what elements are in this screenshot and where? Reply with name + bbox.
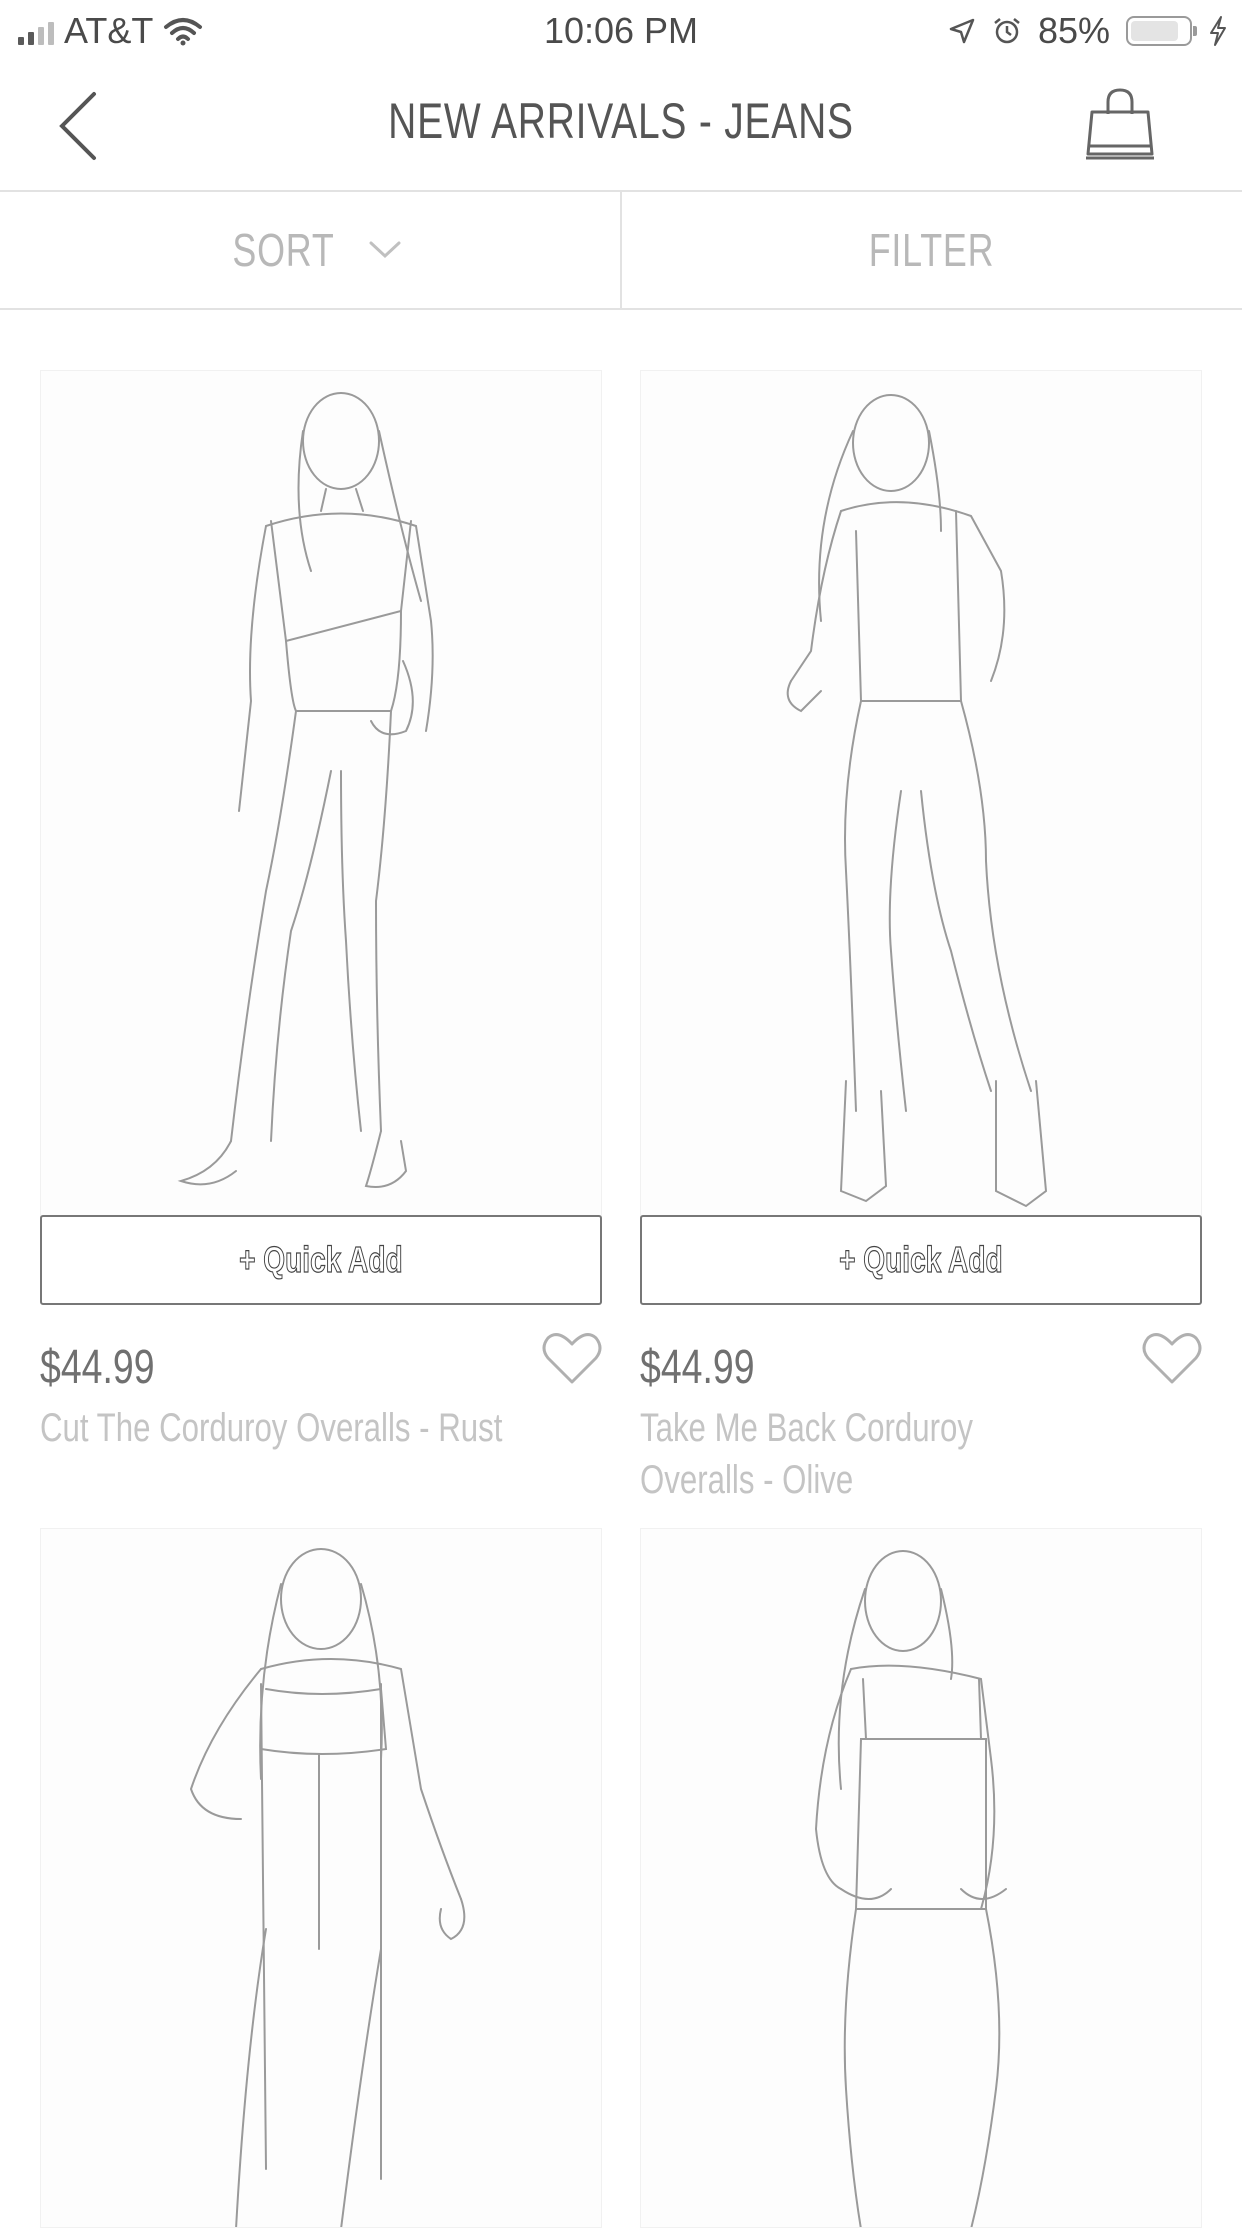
alarm-clock-icon bbox=[994, 18, 1020, 44]
quick-add-button[interactable]: + Quick Add bbox=[640, 1215, 1202, 1305]
filter-button[interactable]: FILTER bbox=[622, 192, 1242, 308]
model-sketch bbox=[189, 1548, 466, 2227]
battery-percent: 85% bbox=[1037, 10, 1110, 51]
product-image[interactable] bbox=[640, 1528, 1202, 2228]
wishlist-button[interactable] bbox=[542, 1330, 602, 1386]
cart-button[interactable] bbox=[1082, 84, 1158, 164]
status-right: 85% bbox=[948, 10, 1228, 52]
sort-filter-bar: SORT FILTER bbox=[0, 190, 1242, 310]
location-arrow-icon bbox=[949, 18, 975, 44]
quick-add-button[interactable]: + Quick Add bbox=[40, 1215, 602, 1305]
model-sketch bbox=[177, 392, 434, 1188]
wishlist-button[interactable] bbox=[1142, 1330, 1202, 1386]
battery-level-fill bbox=[1131, 21, 1178, 41]
battery-icon bbox=[1126, 16, 1197, 46]
chevron-left-icon bbox=[59, 92, 96, 160]
chevron-down-icon bbox=[369, 241, 401, 259]
heart-outline-icon bbox=[1142, 1333, 1202, 1384]
status-bar: AT&T 10:06 PM 85% bbox=[0, 0, 1242, 62]
product-image[interactable] bbox=[640, 370, 1202, 1220]
sort-label: SORT bbox=[231, 224, 335, 276]
sort-button[interactable]: SORT bbox=[0, 192, 622, 308]
filter-label: FILTER bbox=[869, 224, 995, 276]
quick-add-label: + Quick Add bbox=[839, 1238, 1004, 1280]
product-image[interactable] bbox=[40, 370, 602, 1220]
product-name[interactable]: Cut The Corduroy Overalls - Rust bbox=[40, 1402, 586, 1454]
product-image[interactable] bbox=[40, 1528, 602, 2228]
quick-add-label: + Quick Add bbox=[239, 1238, 404, 1280]
product-name[interactable]: Take Me Back Corduroy Overalls - Olive bbox=[640, 1402, 999, 1506]
model-sketch bbox=[814, 1550, 1007, 2227]
back-button[interactable] bbox=[44, 88, 114, 164]
shopping-bag-icon bbox=[1086, 88, 1154, 160]
charging-bolt-icon bbox=[1210, 16, 1226, 46]
model-sketch bbox=[786, 394, 1048, 1208]
product-price: $44.99 bbox=[40, 1341, 155, 1394]
product-price: $44.99 bbox=[640, 1341, 755, 1394]
page-title: NEW ARRIVALS - JEANS bbox=[388, 93, 854, 149]
heart-outline-icon bbox=[542, 1333, 602, 1384]
nav-header: NEW ARRIVALS - JEANS bbox=[0, 62, 1242, 190]
